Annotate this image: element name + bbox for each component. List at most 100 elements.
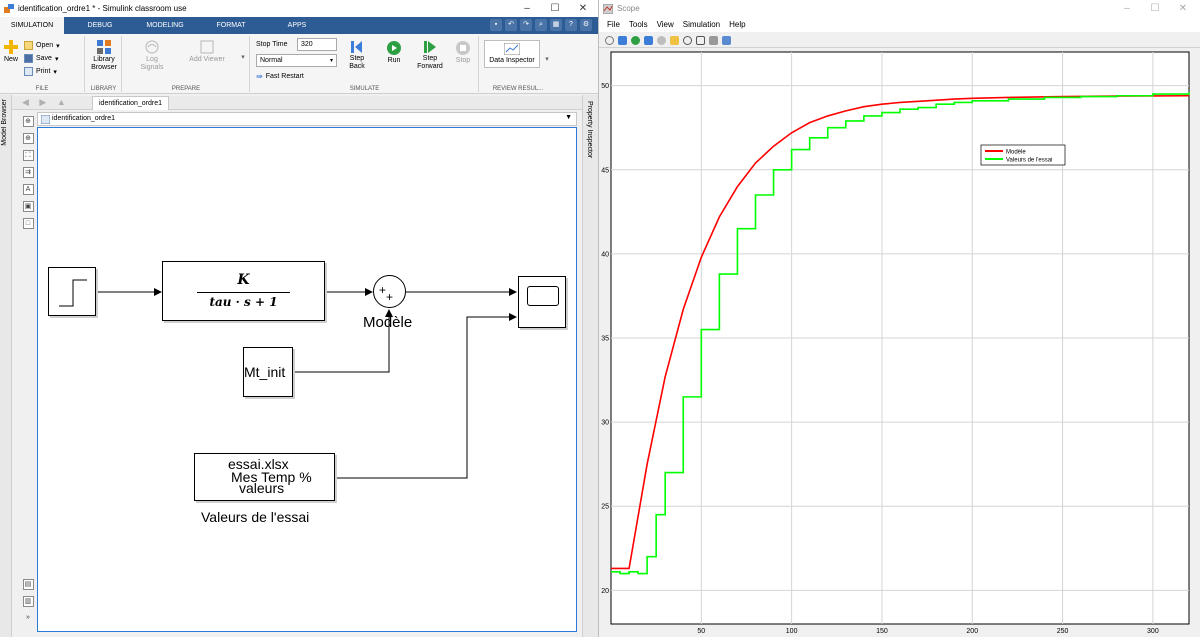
x-tick-label: 200 [966,628,978,635]
menu-simulation[interactable]: Simulation [683,20,720,29]
navigation-arrows-icon[interactable]: ◀ ▶ ▲ [22,97,70,108]
simulink-window-title: identification_ordre1 * - Simulink class… [18,4,187,13]
step-back-icon [351,41,362,53]
annotation-icon[interactable]: A [22,184,34,195]
add-viewer-button[interactable]: Add Viewer [189,40,225,64]
tab-simulation[interactable]: SIMULATION [0,17,64,34]
x-tick-label: 50 [697,628,705,635]
scope-toolbar [599,33,1200,48]
menu-file[interactable]: File [607,20,620,29]
file-to-scope-line[interactable] [336,313,517,479]
save-icon [24,54,33,63]
save-button[interactable]: Save ▾ [24,54,58,63]
tab-modeling[interactable]: MODELING [140,17,190,34]
scope-plot[interactable]: 50 100 150 200 250 300 20 25 30 35 40 45 50 Modèle … [599,48,1200,637]
address-bar[interactable]: identification_ordre1 ▼ [37,112,577,126]
zoom-icon[interactable] [683,35,692,45]
folder-icon [24,41,33,50]
step-back-icon[interactable] [618,35,627,45]
review-results-group: Data Inspector ▾ REVIEW RESUL... [480,36,556,92]
constant-block[interactable]: Mt_init [243,347,293,397]
step-forward-button[interactable]: Step Forward [414,41,446,71]
autoscale-icon[interactable] [696,35,705,45]
new-icon [4,40,18,54]
image-icon[interactable]: ▣ [22,201,34,212]
tab-apps[interactable]: APPS [282,17,312,34]
open-button[interactable]: Open ▾ [24,41,60,50]
menu-view[interactable]: View [657,20,674,29]
print-button[interactable]: Print ▾ [24,67,57,76]
close-icon[interactable]: ✕ [1169,0,1197,17]
fit-to-view-icon[interactable]: ⛶ [22,150,34,161]
stop-time-input[interactable]: 320 [297,38,337,51]
stop-button[interactable]: Stop [452,41,474,65]
stop-icon[interactable] [657,35,666,45]
maximize-icon[interactable]: ☐ [1141,0,1169,17]
settings-icon[interactable] [605,35,614,45]
prepare-group: Log Signals Add Viewer ▾ PREPARE [123,36,250,92]
area-icon[interactable]: □ [22,218,34,229]
x-tick-labels: 50 100 150 200 250 300 [697,628,1158,635]
settings-icon[interactable]: ⚙ [580,19,592,31]
chevron-down-icon: ▾ [329,58,333,64]
minimize-icon[interactable]: – [1113,0,1141,17]
simulation-mode-select[interactable]: Normal ▾ [256,54,337,67]
scope-menu-bar: File Tools View Simulation Help [599,17,1200,32]
model-icon [41,115,50,124]
log-signals-button[interactable]: Log Signals [135,40,169,72]
scope-block[interactable] [518,276,566,328]
menu-help[interactable]: Help [729,20,745,29]
fast-restart-button[interactable]: ⇛ Fast Restart [256,72,304,81]
maximize-icon[interactable]: ☐ [541,0,569,17]
simulink-titlebar: identification_ordre1 * - Simulink class… [0,0,598,17]
undo-icon[interactable]: ↶ [505,19,517,31]
model-canvas[interactable]: K tau · s + 1 + + Modèle Mt_init essai.x… [37,127,577,632]
review-gallery-expand[interactable]: ▾ [542,56,552,64]
breadcrumb-tab[interactable]: identification_ordre1 [92,96,170,110]
arrow-icon[interactable]: ⇉ [22,167,34,178]
data-inspector-button[interactable]: Data Inspector [484,40,540,68]
plot-legend[interactable]: Modèle Valeurs de l'essai [980,144,1066,166]
help-icon[interactable]: ? [565,19,577,31]
run-icon[interactable] [631,35,640,45]
expand-palette-icon[interactable]: » [23,613,34,624]
transfer-function-block[interactable]: K tau · s + 1 [162,261,325,321]
legend-entry-essai: Valeurs de l'essai [1006,158,1052,164]
prepare-gallery-expand[interactable]: ▾ [238,54,248,62]
step-back-button[interactable]: Step Back [344,41,370,71]
sum-label[interactable]: Modèle [363,314,412,331]
from-spreadsheet-block[interactable]: essai.xlsx Mes Temp % valeurs [194,453,335,501]
highlight-icon[interactable] [670,35,679,45]
from-file-label[interactable]: Valeurs de l'essai [201,509,309,525]
style-icon[interactable] [722,35,731,45]
new-button[interactable]: New [2,40,20,64]
y-tick-label: 25 [601,504,609,511]
model-info-icon[interactable]: ▤ [22,579,34,590]
library-browser-button[interactable]: Library Browser [89,40,119,72]
model-browser-rail[interactable]: Model Browser [0,95,12,637]
step-icon [59,279,87,307]
library-group-label: LIBRARY [90,86,117,92]
property-inspector-rail[interactable]: Property Inspector [582,95,598,637]
window-layout-icon[interactable]: ▦ [550,19,562,31]
redo-icon[interactable]: ↷ [520,19,532,31]
minimize-icon[interactable]: – [513,0,541,17]
scope-titlebar: Scope – ☐ ✕ [599,0,1200,17]
step-forward-icon[interactable] [644,35,653,45]
run-button[interactable]: Run [381,41,407,65]
x-tick-label: 250 [1057,628,1069,635]
hide-browser-icon[interactable]: ⊕ [22,116,34,127]
add-viewer-icon [200,40,214,54]
save-quick-icon[interactable]: ▪ [490,19,502,31]
tab-format[interactable]: FORMAT [208,17,254,34]
step-block[interactable] [48,267,96,316]
menu-tools[interactable]: Tools [629,20,648,29]
close-icon[interactable]: ✕ [569,0,597,17]
y-tick-label: 45 [601,167,609,174]
cursor-measure-icon[interactable] [709,35,718,45]
zoom-icon[interactable]: ⊕ [22,133,34,144]
hierarchy-icon[interactable]: ▥ [22,596,34,607]
tab-debug[interactable]: DEBUG [80,17,120,34]
sum-block[interactable]: + + [373,275,406,308]
search-icon[interactable]: ⌕ [535,19,547,31]
